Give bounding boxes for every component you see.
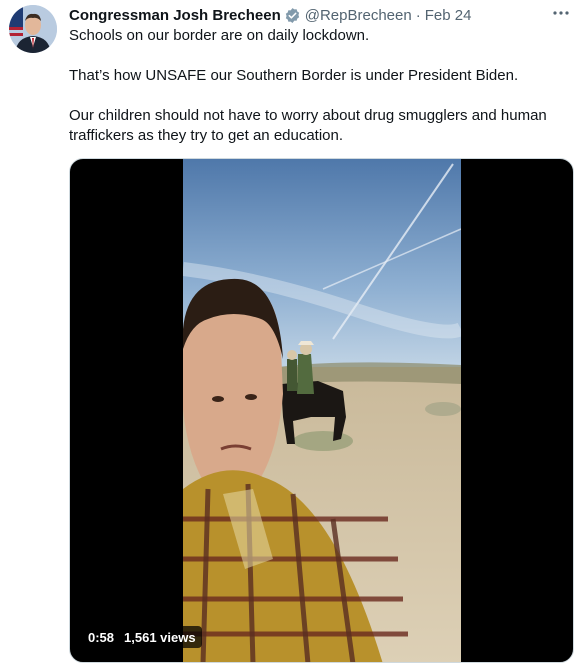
avatar[interactable]	[9, 5, 57, 53]
verified-badge-icon	[285, 7, 299, 23]
video-scene	[183, 159, 461, 662]
tweet-text: Schools on our border are on daily lockd…	[69, 26, 569, 166]
tweet-header: Congressman Josh Brecheen @RepBrecheen ·…	[69, 5, 571, 25]
tweet-paragraph: That’s how UNSAFE our Southern Border is…	[69, 67, 519, 84]
video-thumbnail[interactable]	[183, 159, 461, 662]
video-player[interactable]: 0:58 1,561 views	[69, 158, 574, 663]
author-name[interactable]: Congressman Josh Brecheen	[69, 7, 281, 24]
tweet-paragraph: Schools on our border are on daily lockd…	[69, 27, 370, 44]
separator-dot: ·	[415, 6, 421, 24]
more-options-icon[interactable]	[551, 3, 571, 23]
avatar-image	[9, 5, 57, 53]
author-handle[interactable]: @RepBrecheen	[305, 7, 412, 24]
video-duration: 0:58	[88, 629, 115, 645]
video-views: 1,561 views	[124, 629, 196, 645]
tweet-paragraph: Our children should not have to worry ab…	[69, 107, 547, 144]
tweet-date[interactable]: Feb 24	[425, 7, 472, 24]
video-stats-badge: 0:58 1,561 views	[82, 626, 202, 648]
